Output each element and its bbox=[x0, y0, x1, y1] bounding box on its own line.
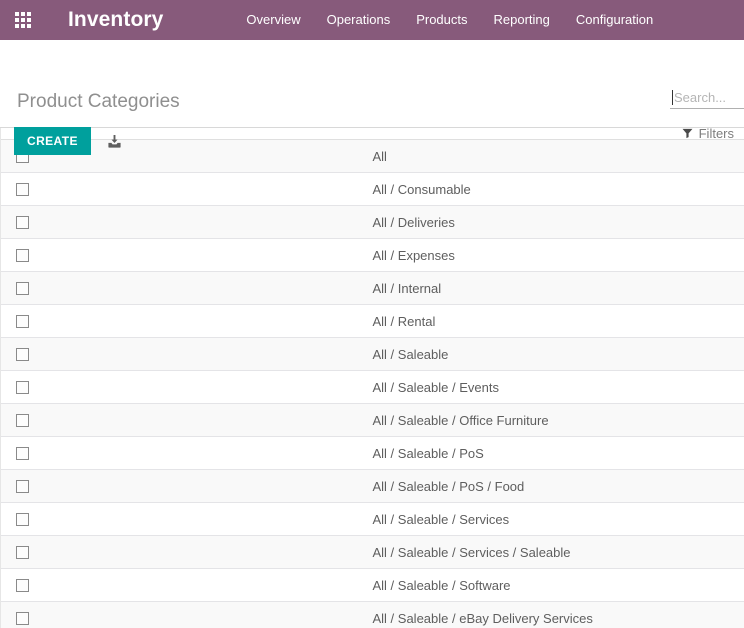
row-checkbox[interactable] bbox=[16, 512, 29, 526]
search-text-cursor bbox=[672, 89, 673, 105]
page-title: Product Categories bbox=[17, 91, 180, 112]
table-body: All All / Consumable All / Deliveries All /… bbox=[1, 139, 744, 628]
row-checkbox[interactable] bbox=[16, 446, 29, 460]
main-nav-menu: Overview Operations Products Reporting C… bbox=[233, 0, 666, 40]
row-checkbox[interactable] bbox=[16, 182, 29, 196]
row-checkbox-cell bbox=[1, 503, 373, 536]
table-row[interactable]: All / Saleable / eBay Delivery Services bbox=[1, 601, 744, 628]
row-checkbox-cell bbox=[1, 470, 373, 503]
row-checkbox[interactable] bbox=[16, 545, 29, 559]
list-view-container: All All / Consumable All / Deliveries All /… bbox=[0, 128, 744, 628]
category-name-cell[interactable]: All / Saleable bbox=[373, 338, 744, 371]
control-panel: Product Categories CREATE Filters bbox=[0, 40, 744, 155]
table-row[interactable]: All / Saleable / Events bbox=[1, 370, 744, 404]
table-row[interactable]: All / Consumable bbox=[1, 172, 744, 206]
category-name-cell[interactable]: All / Deliveries bbox=[373, 206, 744, 239]
row-checkbox-cell bbox=[1, 173, 373, 206]
row-checkbox-cell bbox=[1, 272, 373, 305]
top-navbar: Inventory Overview Operations Products R… bbox=[0, 0, 744, 40]
category-name-cell[interactable]: All / Saleable / Events bbox=[373, 371, 744, 404]
table-row[interactable]: All / Saleable / Office Furniture bbox=[1, 403, 744, 437]
search-area bbox=[670, 86, 744, 109]
download-import-icon[interactable] bbox=[105, 130, 125, 152]
row-checkbox-cell bbox=[1, 404, 373, 437]
nav-item-reporting[interactable]: Reporting bbox=[481, 0, 563, 40]
filters-label: Filters bbox=[698, 126, 734, 141]
category-name-cell[interactable]: All bbox=[373, 140, 744, 173]
row-checkbox[interactable] bbox=[16, 413, 29, 427]
nav-item-operations[interactable]: Operations bbox=[314, 0, 404, 40]
table-row[interactable]: All / Saleable / PoS / Food bbox=[1, 469, 744, 503]
row-checkbox[interactable] bbox=[16, 215, 29, 229]
category-name-cell[interactable]: All / Saleable / Services / Saleable bbox=[373, 536, 744, 569]
row-checkbox[interactable] bbox=[16, 479, 29, 493]
table-row[interactable]: All / Saleable / Services / Saleable bbox=[1, 535, 744, 569]
row-checkbox-cell bbox=[1, 602, 373, 628]
row-checkbox-cell bbox=[1, 371, 373, 404]
create-button[interactable]: CREATE bbox=[14, 127, 91, 155]
category-name-cell[interactable]: All / Expenses bbox=[373, 239, 744, 272]
row-checkbox-cell bbox=[1, 536, 373, 569]
nav-item-products[interactable]: Products bbox=[403, 0, 480, 40]
action-button-row: CREATE bbox=[14, 127, 125, 155]
table-row[interactable]: All / Saleable / Services bbox=[1, 502, 744, 536]
search-box[interactable] bbox=[670, 86, 744, 109]
row-checkbox[interactable] bbox=[16, 281, 29, 295]
apps-grid-icon bbox=[15, 12, 31, 28]
table-row[interactable]: All / Internal bbox=[1, 271, 744, 305]
row-checkbox-cell bbox=[1, 305, 373, 338]
search-input[interactable] bbox=[674, 89, 744, 105]
row-checkbox-cell bbox=[1, 338, 373, 371]
row-checkbox-cell bbox=[1, 437, 373, 470]
row-checkbox[interactable] bbox=[16, 380, 29, 394]
category-name-cell[interactable]: All / Saleable / PoS / Food bbox=[373, 470, 744, 503]
table-row[interactable]: All / Saleable / Software bbox=[1, 568, 744, 602]
category-name-cell[interactable]: All / Rental bbox=[373, 305, 744, 338]
row-checkbox[interactable] bbox=[16, 314, 29, 328]
row-checkbox-cell bbox=[1, 239, 373, 272]
nav-item-configuration[interactable]: Configuration bbox=[563, 0, 666, 40]
filters-button[interactable]: Filters bbox=[682, 126, 734, 141]
row-checkbox[interactable] bbox=[16, 248, 29, 262]
category-name-cell[interactable]: All / Saleable / eBay Delivery Services bbox=[373, 602, 744, 628]
funnel-icon bbox=[682, 128, 693, 139]
apps-menu-button[interactable] bbox=[0, 0, 46, 40]
product-categories-table: All All / Consumable All / Deliveries All /… bbox=[1, 128, 744, 628]
category-name-cell[interactable]: All / Saleable / Software bbox=[373, 569, 744, 602]
row-checkbox-cell bbox=[1, 569, 373, 602]
row-checkbox-cell bbox=[1, 206, 373, 239]
row-checkbox[interactable] bbox=[16, 347, 29, 361]
row-checkbox[interactable] bbox=[16, 578, 29, 592]
row-checkbox[interactable] bbox=[16, 611, 29, 625]
nav-item-overview[interactable]: Overview bbox=[233, 0, 313, 40]
category-name-cell[interactable]: All / Saleable / Office Furniture bbox=[373, 404, 744, 437]
category-name-cell[interactable]: All / Internal bbox=[373, 272, 744, 305]
category-name-cell[interactable]: All / Consumable bbox=[373, 173, 744, 206]
table-row[interactable]: All / Expenses bbox=[1, 238, 744, 272]
table-row[interactable]: All / Deliveries bbox=[1, 205, 744, 239]
table-row[interactable]: All / Saleable bbox=[1, 337, 744, 371]
app-brand-title: Inventory bbox=[68, 8, 164, 31]
category-name-cell[interactable]: All / Saleable / Services bbox=[373, 503, 744, 536]
table-row[interactable]: All / Rental bbox=[1, 304, 744, 338]
table-row[interactable]: All / Saleable / PoS bbox=[1, 436, 744, 470]
category-name-cell[interactable]: All / Saleable / PoS bbox=[373, 437, 744, 470]
